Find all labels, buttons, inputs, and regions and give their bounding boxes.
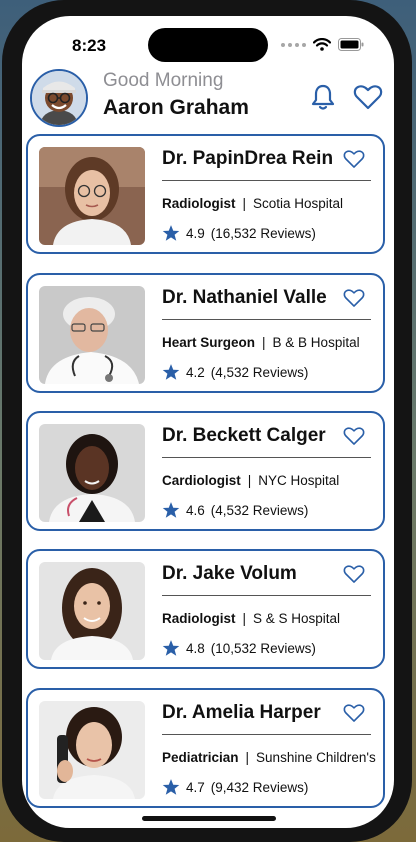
review-count: (16,532 Reviews) [210,225,316,241]
doctor-rating: 4.7 (9,432 Reviews) [162,778,308,796]
avatar[interactable] [30,69,88,127]
separator: | [242,611,247,626]
divider [162,180,371,181]
avatar-illustration [32,71,86,125]
divider [162,595,371,596]
doctor-rating: 4.6 (4,532 Reviews) [162,501,308,519]
doctor-specialty-line: Cardiologist | NYC Hospital [162,473,378,488]
doctor-name: Dr. PapinDrea Rein [162,148,334,169]
separator: | [242,196,247,211]
doctor-specialty: Pediatrician [162,750,239,765]
star-icon [162,364,180,380]
star-icon [162,225,180,241]
rating-value: 4.6 [186,502,205,518]
doctor-card[interactable]: Dr. Jake Volum Radiologist | S & S Hospita… [26,549,385,669]
doctor-specialty: Radiologist [162,196,236,211]
user-name: Aaron Graham [103,96,249,119]
bell-icon[interactable] [308,82,338,112]
doctor-photo [39,562,145,660]
doctor-specialty: Cardiologist [162,473,241,488]
review-count: (9,432 Reviews) [210,779,309,795]
doctor-name: Dr. Amelia Harper [162,702,321,723]
doctor-specialty-line: Heart Surgeon | B & B Hospital [162,335,378,350]
doctor-photo [39,147,145,245]
doctor-hospital: NYC Hospital [258,473,340,488]
heart-icon[interactable] [343,287,365,309]
divider [162,734,371,735]
doctor-specialty-line: Pediatrician | Sunshine Children's [162,750,378,765]
doctor-specialty: Heart Surgeon [162,335,256,350]
doctor-card[interactable]: Dr. Amelia Harper Pediatrician | Sunshine … [26,688,385,808]
divider [162,319,371,320]
rating-value: 4.9 [186,225,205,241]
doctor-name: Dr. Nathaniel Valle [162,287,327,308]
doctor-rating: 4.8 (10,532 Reviews) [162,639,316,657]
doctor-hospital: B & B Hospital [272,335,360,350]
doctor-hospital: Sunshine Children's [256,750,376,765]
doctor-photo [39,286,145,384]
battery-icon [338,38,364,51]
separator: | [247,473,252,488]
review-count: (10,532 Reviews) [210,640,316,656]
separator: | [262,335,266,350]
rating-value: 4.7 [186,779,205,795]
star-icon [162,502,180,518]
wifi-icon [313,38,331,51]
doctor-hospital: Scotia Hospital [253,196,344,211]
doctor-name: Dr. Beckett Calger [162,425,326,446]
doctor-specialty: Radiologist [162,611,236,626]
doctor-photo [39,701,145,799]
doctor-card[interactable]: Dr. Beckett Calger Cardiologist | NYC Hosp… [26,411,385,531]
cellular-signal-icon [281,42,306,47]
doctor-specialty-line: Radiologist | S & S Hospital [162,611,378,626]
heart-icon[interactable] [343,563,365,585]
home-indicator[interactable] [142,816,276,821]
status-time: 8:23 [72,36,107,55]
dynamic-island [148,28,268,62]
doctor-name: Dr. Jake Volum [162,563,297,584]
doctor-card[interactable]: Dr. Nathaniel Valle Heart Surgeon | B & B … [26,273,385,393]
heart-icon[interactable] [343,148,365,170]
doctor-specialty-line: Radiologist | Scotia Hospital [162,196,378,211]
star-icon [162,779,180,795]
separator: | [245,750,250,765]
app-screen: 8:23 Good Morning Aaron Graham Dr. Papin… [22,16,394,828]
heart-icon[interactable] [343,425,365,447]
doctor-rating: 4.2 (4,532 Reviews) [162,363,308,381]
rating-value: 4.8 [186,640,205,656]
rating-value: 4.2 [186,364,205,380]
greeting-text: Good Morning [103,70,224,91]
phone-frame: 8:23 Good Morning Aaron Graham Dr. Papin… [2,0,412,842]
divider [162,457,371,458]
heart-icon[interactable] [343,702,365,724]
heart-icon[interactable] [353,82,383,112]
doctor-hospital: S & S Hospital [253,611,341,626]
app-header: Good Morning Aaron Graham [22,68,394,130]
status-icons [281,38,364,51]
doctor-photo [39,424,145,522]
star-icon [162,640,180,656]
review-count: (4,532 Reviews) [210,502,309,518]
doctor-card[interactable]: Dr. PapinDrea Rein Radiologist | Scotia Ho… [26,134,385,254]
doctor-rating: 4.9 (16,532 Reviews) [162,224,316,242]
review-count: (4,532 Reviews) [210,364,309,380]
